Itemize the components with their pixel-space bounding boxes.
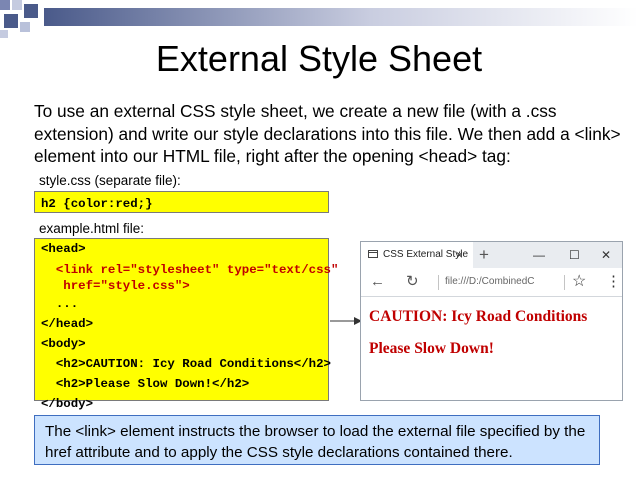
code-line: <h2>Please Slow Down!</h2>: [41, 377, 250, 391]
rendered-heading-slow-down: Please Slow Down!: [369, 340, 494, 357]
intro-text: To use an external CSS style sheet, we c…: [34, 101, 621, 166]
code-line: <body>: [41, 337, 86, 351]
browser-window: CSS External Style × + — ☐ ✕ ← ↻ file://…: [360, 241, 623, 401]
address-bar-row: ← ↻ file:///D:/CombinedC ☆ ⋮: [361, 268, 622, 297]
code-line: ...: [41, 297, 79, 311]
tab-strip: CSS External Style × + — ☐ ✕: [361, 242, 622, 268]
header-bar: [44, 8, 638, 26]
tab-close-icon[interactable]: ×: [456, 242, 463, 268]
code-line: </body>: [41, 397, 94, 411]
browser-tab[interactable]: CSS External Style ×: [361, 242, 473, 268]
explanation-note: The <link> element instructs the browser…: [34, 415, 600, 465]
css-code-box: h2 {color:red;}: [34, 191, 329, 213]
new-tab-button[interactable]: +: [479, 242, 489, 268]
decorative-squares: [0, 0, 44, 40]
css-file-label: style.css (separate file):: [39, 173, 181, 188]
address-divider: [438, 275, 439, 290]
css-code-line: h2 {color:red;}: [41, 197, 153, 211]
code-line: <head>: [41, 242, 86, 256]
maximize-button[interactable]: ☐: [569, 242, 580, 268]
rendered-heading-caution: CAUTION: Icy Road Conditions: [369, 308, 588, 325]
code-line: href="style.css">: [41, 279, 190, 293]
page-icon: [368, 250, 378, 258]
more-menu-icon[interactable]: ⋮: [606, 268, 621, 296]
slide-title: External Style Sheet: [155, 38, 483, 79]
refresh-icon[interactable]: ↻: [406, 268, 419, 296]
arrow-icon: [330, 317, 362, 325]
code-line: </head>: [41, 317, 94, 331]
html-file-label: example.html file:: [39, 221, 145, 236]
back-icon[interactable]: ←: [370, 268, 385, 296]
minimize-button[interactable]: —: [533, 242, 545, 268]
code-line: <h2>CAUTION: Icy Road Conditions</h2>: [41, 357, 331, 371]
address-input[interactable]: file:///D:/CombinedC: [445, 268, 534, 296]
favorite-star-icon[interactable]: ☆: [572, 268, 586, 296]
code-line: <link rel="stylesheet" type="text/css": [41, 263, 339, 277]
close-window-button[interactable]: ✕: [601, 242, 611, 268]
html-code-box: <head> <link rel="stylesheet" type="text…: [34, 238, 339, 411]
address-divider: [564, 275, 565, 290]
